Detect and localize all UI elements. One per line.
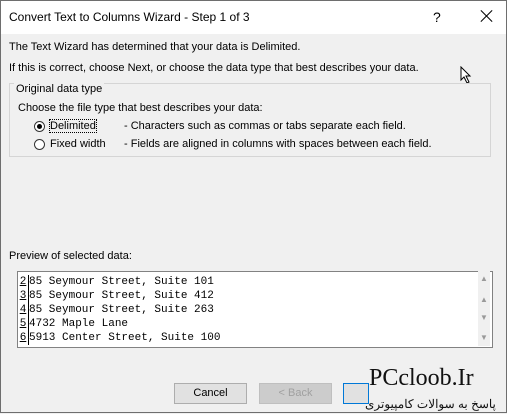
row-text: 4732 Maple Lane — [29, 318, 129, 330]
watermark-brand: PCcloob.Ir — [369, 365, 474, 391]
scroll-down-icon[interactable]: ▼ — [480, 333, 488, 342]
radio-fixed-width-indicator[interactable] — [34, 138, 45, 150]
scroll-down-secondary-icon[interactable]: ▼ — [480, 313, 488, 322]
intro-line-2: If this is correct, choose Next, or choo… — [9, 62, 419, 74]
original-data-type-group: Original data type Choose the file type … — [9, 83, 491, 157]
scroll-up-icon[interactable]: ▲ — [480, 274, 488, 283]
preview-row: 2 85 Seymour Street, Suite 101 — [18, 275, 214, 289]
preview-row: 3 85 Seymour Street, Suite 412 — [18, 289, 214, 303]
pccloob-watermark: PCcloob.Ir پاسخ به سوالات کامپیوتری — [351, 363, 507, 414]
preview-pane[interactable]: 2 85 Seymour Street, Suite 101 3 85 Seymou… — [17, 271, 493, 348]
watermark-tagline: پاسخ به سوالات کامپیوتری — [365, 397, 496, 411]
radio-fixed-width-description: - Fields are aligned in columns with spa… — [124, 138, 432, 150]
wizard-dialog: Convert Text to Columns Wizard - Step 1 … — [0, 0, 507, 413]
preview-row: 6 5913 Center Street, Suite 100 — [18, 331, 220, 345]
group-legend: Original data type — [14, 83, 105, 95]
row-number: 4 — [18, 303, 29, 317]
row-number: 6 — [18, 331, 29, 345]
radio-fixed-width[interactable]: Fixed width - Fields are aligned in colu… — [34, 136, 432, 152]
radio-delimited-indicator[interactable] — [34, 120, 45, 132]
row-number: 3 — [18, 289, 29, 303]
preview-vertical-scrollbar[interactable]: ▲ ▲ ▼ ▼ — [478, 271, 490, 346]
row-number: 5 — [18, 317, 29, 331]
close-icon[interactable] — [475, 4, 499, 28]
help-button[interactable]: ? — [433, 9, 441, 25]
row-text: 85 Seymour Street, Suite 101 — [29, 276, 214, 288]
row-number: 2 — [18, 275, 29, 289]
preview-row: 5 4732 Maple Lane — [18, 317, 128, 331]
file-type-prompt: Choose the file type that best describes… — [18, 102, 263, 114]
radio-delimited-description: - Characters such as commas or tabs sepa… — [124, 120, 406, 132]
mouse-cursor-icon — [460, 66, 472, 84]
row-text: 5913 Center Street, Suite 100 — [29, 332, 221, 344]
preview-label: Preview of selected data: — [9, 250, 132, 262]
title-bar: Convert Text to Columns Wizard - Step 1 … — [1, 1, 506, 34]
row-text: 85 Seymour Street, Suite 412 — [29, 290, 214, 302]
row-text: 85 Seymour Street, Suite 263 — [29, 304, 214, 316]
cancel-button[interactable]: Cancel — [174, 383, 247, 404]
radio-delimited-label[interactable]: Delimited — [49, 119, 97, 133]
back-button[interactable]: < Back — [259, 383, 332, 404]
preview-row: 4 85 Seymour Street, Suite 263 — [18, 303, 214, 317]
intro-line-1: The Text Wizard has determined that your… — [9, 41, 301, 53]
scroll-up-secondary-icon[interactable]: ▲ — [480, 295, 488, 304]
radio-delimited[interactable]: Delimited - Characters such as commas or… — [34, 118, 406, 134]
radio-fixed-width-label[interactable]: Fixed width — [50, 138, 116, 150]
window-title: Convert Text to Columns Wizard - Step 1 … — [9, 10, 250, 24]
